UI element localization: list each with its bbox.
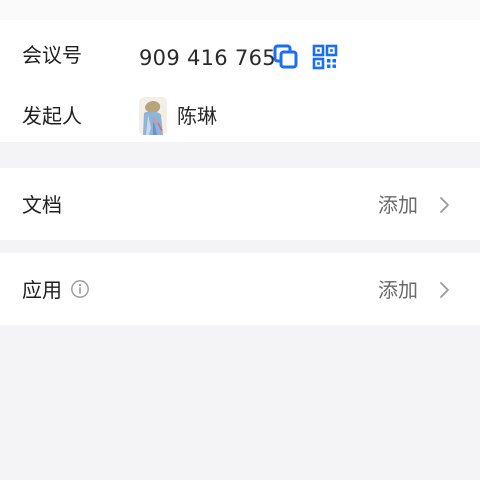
initiator-name: 陈琳 xyxy=(177,104,217,128)
meeting-number-value: 909 416 765 xyxy=(139,46,276,70)
meeting-details-page: 会议号 909 416 765 发起人 陈琳 文档 添加 应用 添加 xyxy=(0,0,480,480)
top-strip xyxy=(0,0,480,20)
apps-add-link[interactable]: 添加 xyxy=(378,278,418,302)
info-icon[interactable] xyxy=(70,279,90,299)
chevron-right-icon xyxy=(440,197,449,213)
documents-label: 文档 xyxy=(22,193,62,217)
chevron-right-icon xyxy=(440,282,449,298)
apps-label: 应用 xyxy=(22,278,62,302)
avatar[interactable] xyxy=(139,97,167,135)
initiator-label: 发起人 xyxy=(22,104,82,128)
copy-icon[interactable] xyxy=(273,44,299,70)
qr-code-icon[interactable] xyxy=(312,44,338,70)
meeting-number-label: 会议号 xyxy=(22,43,82,67)
documents-add-link[interactable]: 添加 xyxy=(378,193,418,217)
